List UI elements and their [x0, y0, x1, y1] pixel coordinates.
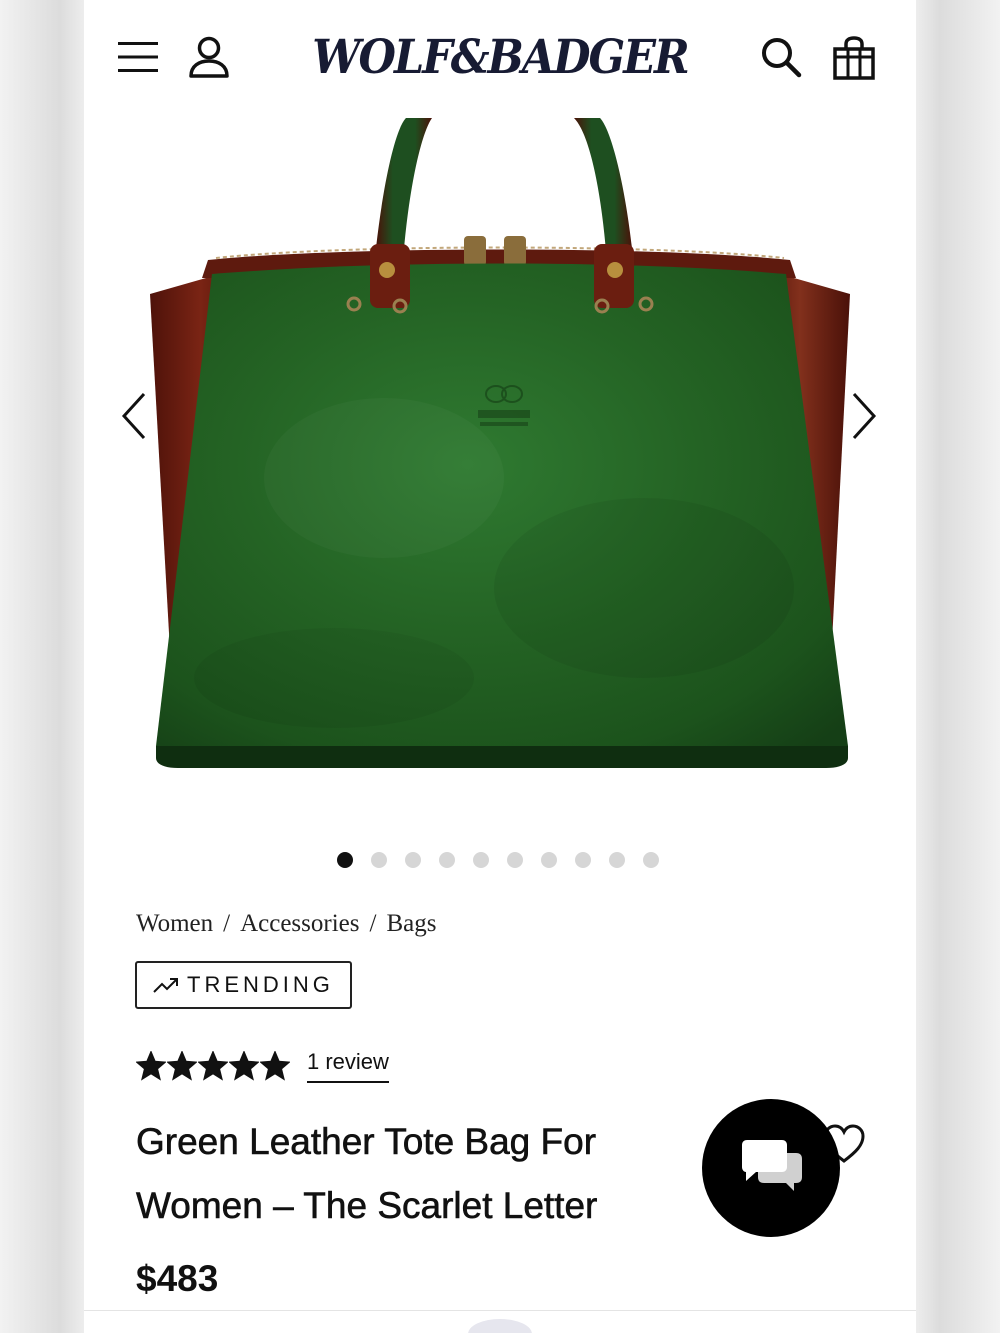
gallery-dot[interactable] [405, 852, 421, 868]
breadcrumb-women[interactable]: Women [136, 910, 213, 938]
star-rating [136, 1051, 291, 1081]
breadcrumb-separator: / [223, 910, 231, 937]
scroll-indicator [468, 1319, 532, 1333]
chevron-right-icon [852, 392, 877, 440]
gallery-dot[interactable] [439, 852, 455, 868]
gallery-dot[interactable] [337, 852, 353, 868]
reviews-link[interactable]: 1 review [307, 1049, 389, 1083]
gallery-dot[interactable] [473, 852, 489, 868]
search-icon[interactable] [760, 36, 802, 78]
gallery-dot[interactable] [575, 852, 591, 868]
shopping-bag-icon[interactable] [832, 36, 876, 80]
product-title-line-2: Women – The Scarlet Letter [136, 1185, 598, 1227]
bottom-bar [84, 1310, 916, 1333]
trending-up-icon [153, 978, 178, 993]
trending-badge: TRENDING [135, 961, 352, 1009]
gallery-dot[interactable] [507, 852, 523, 868]
gallery-dot[interactable] [541, 852, 557, 868]
site-header: WOLF&BADGER [84, 0, 916, 118]
gallery-dot[interactable] [643, 852, 659, 868]
product-price: $483 [136, 1258, 219, 1299]
gallery-pagination [328, 852, 668, 872]
product-rating: 1 review [136, 1046, 389, 1086]
badge-label: TRENDING [187, 972, 334, 997]
next-image-button[interactable] [842, 386, 882, 446]
star-icon [198, 1051, 228, 1081]
user-icon[interactable] [188, 36, 230, 78]
gallery-dot[interactable] [609, 852, 625, 868]
previous-image-button[interactable] [116, 386, 156, 446]
product-image[interactable] [84, 118, 916, 818]
star-icon [260, 1051, 290, 1081]
chat-bubbles-icon [742, 1140, 802, 1191]
product-title: Green Leather Tote Bag For Women – The S… [136, 1110, 696, 1238]
product-gallery[interactable] [84, 118, 916, 838]
product-title-line-1: Green Leather Tote Bag For [136, 1121, 597, 1163]
breadcrumb-bags[interactable]: Bags [386, 910, 436, 938]
star-icon [229, 1051, 259, 1081]
star-icon [136, 1051, 166, 1081]
breadcrumb-separator: / [369, 910, 377, 937]
breadcrumb: Women / Accessories / Bags [136, 906, 436, 942]
chat-button[interactable] [702, 1099, 840, 1237]
gallery-dot[interactable] [371, 852, 387, 868]
star-icon [167, 1051, 197, 1081]
chevron-left-icon [121, 392, 146, 440]
brand-logo[interactable]: WOLF&BADGER [304, 28, 696, 88]
hamburger-menu-icon[interactable] [118, 40, 158, 74]
breadcrumb-accessories[interactable]: Accessories [240, 910, 359, 938]
product-page: WOLF&BADGER Women / Accessories / Bags T… [84, 0, 916, 1333]
